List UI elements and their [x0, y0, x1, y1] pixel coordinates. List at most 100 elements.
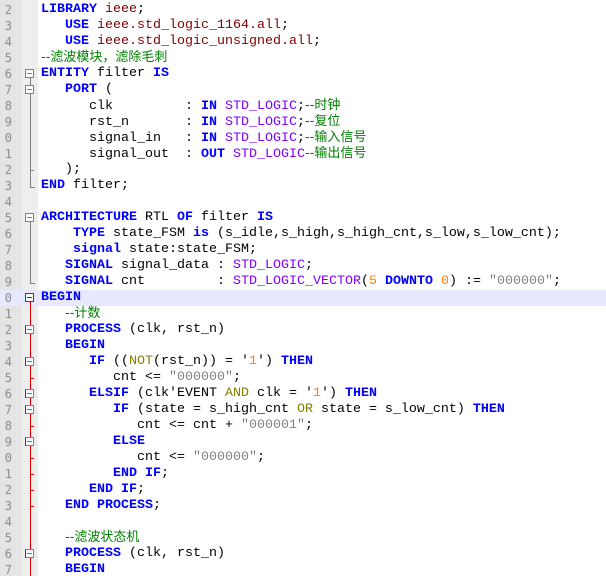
code-text[interactable]: --滤波模块，滤除毛刺	[41, 50, 167, 67]
code-line[interactable]: 9 SIGNAL cnt : STD_LOGIC_VECTOR(5 DOWNTO…	[0, 274, 606, 290]
fold-guide	[22, 242, 38, 258]
code-text[interactable]: --滤波状态机	[41, 530, 139, 547]
code-line[interactable]: 5 --滤波模块，滤除毛刺	[0, 50, 606, 66]
code-text[interactable]: cnt <= "000000";	[41, 370, 241, 386]
fold-collapse-icon[interactable]	[22, 290, 38, 306]
code-text[interactable]: ENTITY filter IS	[41, 66, 169, 82]
line-number: 8	[4, 259, 12, 273]
code-text[interactable]: END PROCESS;	[41, 498, 161, 514]
library-token: ieee.std_logic_unsigned.all	[89, 34, 313, 49]
code-line[interactable]: 3 BEGIN	[0, 338, 606, 354]
fold-collapse-icon[interactable]	[22, 322, 38, 338]
code-line[interactable]: 4	[0, 514, 606, 530]
code-text[interactable]: signal state:state_FSM;	[41, 242, 257, 258]
code-line[interactable]: 1 signal_out : OUT STD_LOGIC--输出信号	[0, 146, 606, 162]
keyword-token: IS	[256, 210, 273, 225]
keyword-token: THEN	[280, 354, 313, 369]
code-line[interactable]: 1 --计数	[0, 306, 606, 322]
code-text[interactable]: BEGIN	[41, 290, 81, 306]
code-text[interactable]: PROCESS (clk, rst_n)	[41, 546, 225, 562]
code-text[interactable]: --计数	[41, 306, 100, 323]
identifier-token: state = s_low_cnt)	[312, 402, 473, 417]
code-line[interactable]: 6 ELSIF (clk'EVENT AND clk = '1') THEN	[0, 386, 606, 402]
code-text[interactable]: signal_in : IN STD_LOGIC;--输入信号	[41, 130, 366, 147]
code-text[interactable]: USE ieee.std_logic_unsigned.all;	[41, 34, 321, 50]
code-line[interactable]: 7 IF (state = s_high_cnt OR state = s_lo…	[0, 402, 606, 418]
code-text[interactable]: SIGNAL cnt : STD_LOGIC_VECTOR(5 DOWNTO 0…	[41, 274, 561, 290]
fold-guide	[22, 274, 38, 290]
code-line[interactable]: 8 SIGNAL signal_data : STD_LOGIC;	[0, 258, 606, 274]
code-line[interactable]: 2 LIBRARY ieee;	[0, 2, 606, 18]
code-text[interactable]: TYPE state_FSM is (s_idle,s_high,s_high_…	[41, 226, 561, 242]
code-line[interactable]: 2 );	[0, 162, 606, 178]
code-line[interactable]: 5 ARCHITECTURE RTL OF filter IS	[0, 210, 606, 226]
code-text[interactable]: PROCESS (clk, rst_n)	[41, 322, 225, 338]
keyword-token: IN	[200, 131, 217, 146]
code-line[interactable]: 4	[0, 194, 606, 210]
fold-collapse-icon[interactable]	[22, 66, 38, 82]
code-text[interactable]: ARCHITECTURE RTL OF filter IS	[41, 210, 273, 226]
code-text[interactable]: IF (state = s_high_cnt OR state = s_low_…	[41, 402, 505, 418]
code-text[interactable]: cnt <= cnt + "000001";	[41, 418, 313, 434]
code-line[interactable]: 2 END IF;	[0, 482, 606, 498]
fold-collapse-icon[interactable]	[22, 434, 38, 450]
keyword-token: LIBRARY	[41, 2, 97, 17]
code-line[interactable]: 7 BEGIN	[0, 562, 606, 576]
code-line[interactable]: 1 END IF;	[0, 466, 606, 482]
code-line[interactable]: 6 PROCESS (clk, rst_n)	[0, 546, 606, 562]
code-line[interactable]: 0 cnt <= "000000";	[0, 450, 606, 466]
code-line[interactable]: 4 IF ((NOT(rst_n)) = '1') THEN	[0, 354, 606, 370]
code-line[interactable]: 6 ENTITY filter IS	[0, 66, 606, 82]
current-line[interactable]: 0 BEGIN	[0, 290, 606, 306]
fold-collapse-icon[interactable]	[22, 386, 38, 402]
code-text[interactable]: cnt <= "000000";	[41, 450, 265, 466]
code-line[interactable]: 7 PORT (	[0, 82, 606, 98]
code-editor[interactable]: 2 LIBRARY ieee; 3 USE ieee.std_logic_1164.…	[0, 0, 606, 576]
code-text[interactable]: END IF;	[41, 466, 169, 482]
code-line[interactable]: 3 END filter;	[0, 178, 606, 194]
identifier-token	[41, 322, 65, 337]
code-text[interactable]: USE ieee.std_logic_1164.all;	[41, 18, 289, 34]
code-line[interactable]: 6 TYPE state_FSM is (s_idle,s_high,s_hig…	[0, 226, 606, 242]
code-text[interactable]: );	[41, 162, 81, 178]
fold-guide	[22, 114, 38, 130]
fold-collapse-icon[interactable]	[22, 546, 38, 562]
fold-collapse-icon[interactable]	[22, 354, 38, 370]
identifier-token	[433, 274, 441, 289]
code-text[interactable]: signal_out : OUT STD_LOGIC--输出信号	[41, 146, 366, 163]
code-text[interactable]: SIGNAL signal_data : STD_LOGIC;	[41, 258, 313, 274]
fold-guide	[22, 226, 38, 242]
code-text[interactable]: IF ((NOT(rst_n)) = '1') THEN	[41, 354, 313, 370]
code-line[interactable]: 4 USE ieee.std_logic_unsigned.all;	[0, 34, 606, 50]
code-text[interactable]: clk : IN STD_LOGIC;--时钟	[41, 98, 340, 115]
code-line[interactable]: 5 --滤波状态机	[0, 530, 606, 546]
fold-collapse-icon[interactable]	[22, 210, 38, 226]
code-line[interactable]: 9 ELSE	[0, 434, 606, 450]
code-text[interactable]: BEGIN	[41, 338, 105, 354]
code-text[interactable]: ELSE	[41, 434, 145, 450]
code-lines[interactable]: 2 LIBRARY ieee; 3 USE ieee.std_logic_1164.…	[0, 2, 606, 576]
type-token: STD_LOGIC	[224, 115, 297, 130]
fold-collapse-icon[interactable]	[22, 402, 38, 418]
code-line[interactable]: 2 PROCESS (clk, rst_n)	[0, 322, 606, 338]
code-line[interactable]: 8 clk : IN STD_LOGIC;--时钟	[0, 98, 606, 114]
fold-guide	[22, 482, 38, 498]
fold-collapse-icon[interactable]	[22, 82, 38, 98]
code-text[interactable]: ELSIF (clk'EVENT AND clk = '1') THEN	[41, 386, 377, 402]
identifier-token: cnt :	[113, 274, 233, 289]
code-line[interactable]: 8 cnt <= cnt + "000001";	[0, 418, 606, 434]
line-number: 7	[4, 243, 12, 257]
code-text[interactable]: END IF;	[41, 482, 145, 498]
code-text[interactable]: LIBRARY ieee;	[41, 2, 145, 18]
code-line[interactable]: 5 cnt <= "000000";	[0, 370, 606, 386]
code-text[interactable]: BEGIN	[41, 562, 105, 576]
code-text[interactable]: END filter;	[41, 178, 129, 194]
code-line[interactable]: 3 USE ieee.std_logic_1164.all;	[0, 18, 606, 34]
code-line[interactable]: 0 signal_in : IN STD_LOGIC;--输入信号	[0, 130, 606, 146]
code-line[interactable]: 7 signal state:state_FSM;	[0, 242, 606, 258]
code-text[interactable]: PORT (	[41, 82, 113, 98]
code-line[interactable]: 9 rst_n : IN STD_LOGIC;--复位	[0, 114, 606, 130]
code-line[interactable]: 3 END PROCESS;	[0, 498, 606, 514]
code-text[interactable]: rst_n : IN STD_LOGIC;--复位	[41, 114, 340, 131]
identifier-token: (clk, rst_n)	[121, 322, 225, 337]
